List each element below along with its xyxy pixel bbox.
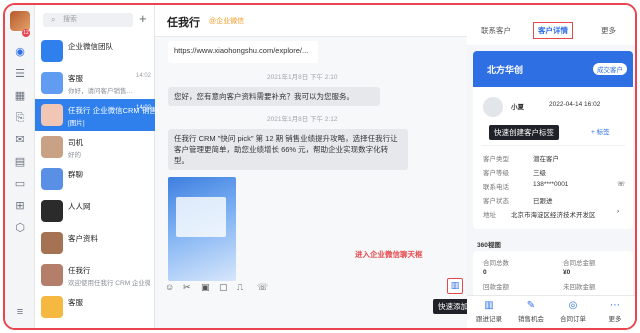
add-button[interactable]: + (139, 11, 147, 26)
phone-icon[interactable]: ☏ (617, 180, 625, 188)
list-item[interactable]: 客户资料 (35, 227, 155, 259)
list-item[interactable]: 客服 你好，请问客户销售… 14:02 (35, 67, 155, 99)
chat-message: 任我行 CRM "快问 pick" 第 12 期 销售业绩提升攻略，选择任我行让… (168, 129, 408, 170)
contract-icon: ◎ (568, 300, 578, 311)
avatar (41, 296, 63, 318)
tab-contact[interactable]: 联系客户 (481, 25, 511, 36)
chat-message: 您好，您有意向客户资料需要补充？我可以为您服务。 (168, 87, 380, 106)
poster-image[interactable] (168, 177, 236, 281)
followup-icon: ▥ (484, 300, 494, 311)
add-followup-button[interactable]: ▥ (447, 278, 463, 294)
avatar (41, 136, 63, 158)
chat-title-tag: @企业微信 (209, 18, 245, 25)
avatar (41, 200, 63, 222)
list-item[interactable]: 任我行 欢迎使用任我行 CRM 企业微信 (35, 259, 155, 291)
list-item[interactable]: 司机 好的 (35, 131, 155, 163)
more-tab[interactable]: ⋯ 更多 (595, 300, 635, 323)
file-icon[interactable]: ▢ (219, 282, 228, 293)
cube-icon[interactable]: ⬡ (13, 221, 27, 235)
unread-badge: 12 (22, 29, 30, 37)
section-title: 360视图 (477, 242, 501, 249)
list-item[interactable]: 客服 (35, 291, 155, 323)
phone-icon[interactable]: ☏ (257, 282, 268, 293)
settings-icon[interactable]: ≡ (13, 305, 27, 319)
chat-panel: 任我行 @企业微信 https://www.xiaohongshu.com/ex… (155, 5, 503, 328)
left-rail: 12 ◉ ☰ ▦ ⎘ ✉ ▤ ▭ ⊞ ⬡ ≡ (5, 5, 35, 328)
avatar (41, 104, 63, 126)
mail-icon[interactable]: ✉ (13, 133, 27, 147)
emoji-icon[interactable]: ☺ (165, 282, 174, 292)
contact-name: 小夏 (511, 104, 524, 111)
customer-card-header: 北方华创 成交客户 (473, 51, 633, 87)
bookmark-icon[interactable]: ▭ (13, 177, 27, 191)
contact-avatar (483, 97, 503, 117)
avatar (41, 72, 63, 94)
search-input[interactable]: ⌕ 搜索 (43, 13, 133, 27)
clip-icon[interactable]: ⎍ (237, 282, 243, 293)
add-tag-button[interactable]: + 标签 (591, 126, 610, 136)
image-icon[interactable]: ▣ (201, 282, 210, 293)
create-tag-callout: 快速创建客户标签 (489, 125, 559, 140)
chat-header: 任我行 @企业微信 (155, 5, 467, 37)
list-item[interactable]: 企业微信团队 (35, 35, 155, 67)
docs-icon[interactable]: ⎘ (13, 111, 27, 125)
calendar-icon[interactable]: ▦ (13, 89, 27, 103)
session-list: ⌕ 搜索 + 企业微信团队 客服 你好，请问客户销售… 14:02 任我行 企业… (35, 5, 157, 328)
grid-icon[interactable]: ⊞ (13, 199, 27, 213)
crm-tabs: 联系客户 客户详情 更多 (467, 5, 635, 45)
chat-icon[interactable]: ◉ (13, 45, 27, 59)
link-message[interactable]: https://www.xiaohongshu.com/explore/... (168, 41, 318, 63)
avatar (41, 264, 63, 286)
crm-bottom-bar: ▥ 跟进记录 ✎ 销售机会 ◎ 合同订单 ⋯ 更多 (467, 295, 635, 328)
followup-tab[interactable]: ▥ 跟进记录 (469, 300, 509, 323)
search-icon: ⌕ (51, 15, 56, 24)
avatar (41, 40, 63, 62)
avatar (41, 232, 63, 254)
status-badge: 成交客户 (593, 63, 627, 75)
list-item[interactable]: 人人网 (35, 195, 155, 227)
list-item[interactable]: 群聊 (35, 163, 155, 195)
scissors-icon[interactable]: ✂ (183, 282, 191, 293)
chat-toolbar: ☺ ✂ ▣ ▢ ⎍ ☏ (155, 279, 467, 299)
workbench-icon[interactable]: ▤ (13, 155, 27, 169)
chevron-right-icon[interactable]: › (617, 208, 619, 215)
timestamp: 2021年1月8日 下午 2:12 (267, 116, 338, 123)
crm-panel: 联系客户 客户详情 更多 北方华创 成交客户 小夏 2022-04-14 16:… (467, 5, 635, 328)
tab-customer-detail[interactable]: 客户详情 (533, 22, 573, 39)
timestamp: 2021年1月8日 下午 2:10 (267, 74, 338, 81)
chat-title: 任我行 (167, 17, 200, 29)
divider (481, 145, 625, 146)
tab-more[interactable]: 更多 (601, 25, 616, 36)
customer-card: 北方华创 成交客户 小夏 2022-04-14 16:02 快速创建客户标签 +… (473, 51, 633, 229)
company-name: 北方华创 (487, 65, 524, 75)
list-item-selected[interactable]: 任我行 企业微信CRM 销售 [图片] 14:02 (35, 99, 157, 131)
contacts-icon[interactable]: ☰ (13, 67, 27, 81)
poster-content (176, 197, 226, 237)
user-avatar[interactable] (10, 11, 30, 31)
opportunity-icon: ✎ (526, 300, 536, 311)
avatar (41, 168, 63, 190)
contract-tab[interactable]: ◎ 合同订单 (553, 300, 593, 323)
more-icon: ⋯ (610, 300, 620, 311)
enter-chat-note: 进入企业微信聊天框 (355, 250, 423, 259)
app-window: 12 ◉ ☰ ▦ ⎘ ✉ ▤ ▭ ⊞ ⬡ ≡ ⌕ 搜索 + 企业微信团队 客服 … (3, 3, 637, 330)
opportunity-tab[interactable]: ✎ 销售机会 (511, 300, 551, 323)
created-time: 2022-04-14 16:02 (549, 101, 601, 108)
